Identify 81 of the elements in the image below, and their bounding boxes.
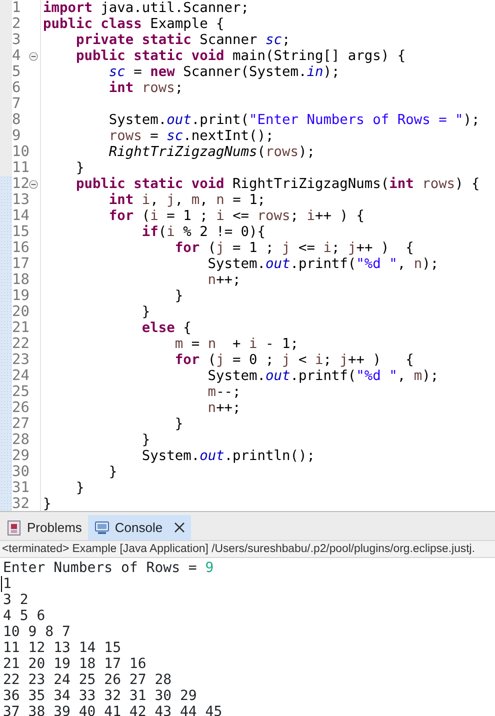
line-number: 23 [12, 352, 30, 368]
line-number: 19 [12, 288, 30, 304]
line-number: 18 [12, 272, 30, 288]
console-line: 11 12 13 14 15 [3, 640, 122, 656]
line-number: 1 [12, 0, 21, 16]
code-line: n++; [206, 272, 241, 288]
console-line: 10 9 8 7 [3, 624, 70, 640]
line-number: 8 [12, 112, 21, 128]
code-line: else { [140, 320, 192, 336]
code-line: System.out.print("Enter Numbers of Rows = "); [108, 112, 480, 128]
console-line: 22 23 24 25 26 27 28 [3, 672, 172, 688]
monitor-icon [94, 520, 110, 536]
code-line: } [140, 432, 150, 448]
console-line: Enter Numbers of Rows = 9 [3, 560, 214, 576]
console-line: 21 20 19 18 17 16 [3, 656, 146, 672]
clipboard-icon [6, 520, 22, 536]
line-number: 21 [12, 320, 30, 336]
code-line: System.out.printf("%d ", n); [206, 256, 439, 272]
code-line: } [43, 496, 52, 511]
line-number: 12 [12, 176, 30, 192]
line-number: 24 [12, 368, 30, 384]
line-number: 31 [12, 480, 30, 496]
code-line: for (j = 0 ; j < i; j++ ) { [174, 352, 414, 368]
line-number: 15 [12, 224, 30, 240]
line-number: 13 [12, 192, 30, 208]
code-line: m--; [206, 384, 241, 400]
collapse-icon[interactable] [29, 180, 38, 189]
close-icon[interactable] [174, 522, 185, 533]
line-number: 11 [12, 160, 30, 176]
console-line: 37 38 39 40 41 42 43 44 45 [3, 704, 222, 716]
code-line: int rows; [108, 80, 184, 96]
line-number: 30 [12, 464, 30, 480]
line-number: 20 [12, 304, 30, 320]
code-line: } [108, 464, 118, 480]
collapse-icon[interactable] [29, 52, 38, 61]
code-line: m = n + i - 1; [174, 336, 298, 352]
line-number: 27 [12, 416, 30, 432]
line-number: 17 [12, 256, 30, 272]
code-line: import java.util.Scanner; [43, 0, 250, 16]
line-number: 25 [12, 384, 30, 400]
code-line: int i, j, m, n = 1; [108, 192, 266, 208]
code-line: } [74, 480, 84, 496]
line-number: 2 [12, 16, 21, 32]
line-number: 32 [12, 496, 30, 511]
panel-tab[interactable]: Console [88, 515, 191, 540]
console-line: 36 35 34 33 32 31 30 29 [3, 688, 197, 704]
code-line: public static void RightTriZigzagNums(int rows) { [74, 176, 480, 192]
console-line: 1 [3, 576, 12, 592]
console-line: 3 2 [3, 592, 28, 608]
code-line: RightTriZigzagNums(rows); [108, 144, 315, 160]
line-number: 9 [12, 128, 21, 144]
code-line: n++; [206, 400, 241, 416]
line-number: 22 [12, 336, 30, 352]
code-line: public class Example { [43, 16, 224, 32]
code-line: private static Scanner sc; [74, 32, 290, 48]
line-number: 16 [12, 240, 30, 256]
console-line: 4 5 6 [3, 608, 46, 624]
line-number: 4 [12, 48, 21, 64]
line-number: 14 [12, 208, 30, 224]
line-number: 6 [12, 80, 21, 96]
line-number: 28 [12, 432, 30, 448]
line-number: 29 [12, 448, 30, 464]
code-line: } [74, 160, 84, 176]
code-line: } [140, 304, 150, 320]
code-line: rows = sc.nextInt(); [108, 128, 274, 144]
code-line: System.out.println(); [140, 448, 315, 464]
line-number: 10 [12, 144, 30, 160]
line-number: 5 [12, 64, 21, 80]
line-number: 3 [12, 32, 21, 48]
line-number: 7 [12, 96, 21, 112]
code-line: for (i = 1 ; i <= rows; i++ ) { [108, 208, 364, 224]
code-line: System.out.printf("%d ", m); [206, 368, 439, 384]
code-line: public static void main(String[] args) { [74, 48, 406, 64]
code-line: sc = new Scanner(System.in); [108, 64, 340, 80]
code-line: } [174, 416, 184, 432]
line-number: 26 [12, 400, 30, 416]
code-line: if(i % 2 != 0){ [140, 224, 266, 240]
code-line: for (j = 1 ; j <= i; j++ ) { [174, 240, 414, 256]
text-cursor [1, 576, 2, 592]
code-line: } [174, 288, 184, 304]
panel-tab[interactable]: Problems [0, 515, 88, 540]
